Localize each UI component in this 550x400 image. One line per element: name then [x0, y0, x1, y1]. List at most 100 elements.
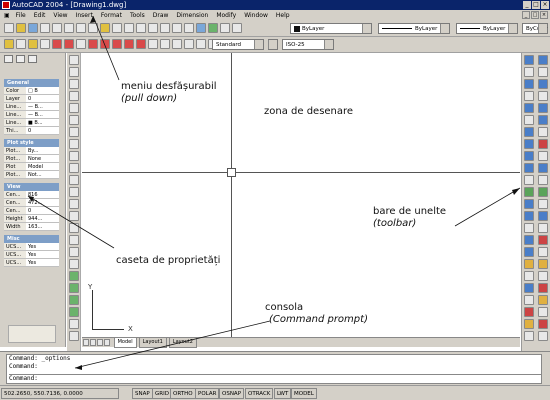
paste-icon[interactable]: [100, 23, 110, 33]
zoom-window-icon[interactable]: [172, 23, 182, 33]
property-row[interactable]: Cen... 816: [4, 191, 59, 199]
revolve-icon[interactable]: [538, 307, 548, 317]
property-row[interactable]: Plot... By...: [4, 147, 59, 155]
slice-icon[interactable]: [538, 319, 548, 329]
otrack-toggle[interactable]: OTRACK: [245, 388, 274, 399]
scene-icon[interactable]: [524, 271, 534, 281]
background-icon[interactable]: [524, 331, 534, 341]
solid-cone-icon[interactable]: [538, 259, 548, 269]
view-right-icon[interactable]: [524, 91, 534, 101]
menu-help[interactable]: Help: [272, 10, 294, 21]
modify-mirror-icon[interactable]: [68, 295, 79, 305]
property-row[interactable]: Line... — B...: [4, 111, 59, 119]
line-icon[interactable]: [68, 55, 79, 65]
view-ne-iso-icon[interactable]: [524, 151, 534, 161]
close-button[interactable]: ×: [541, 1, 549, 9]
menu-draw[interactable]: Draw: [149, 10, 173, 21]
tab-layout2[interactable]: Layout2: [168, 338, 197, 348]
tab-model[interactable]: Model: [113, 338, 137, 348]
modify-move-icon[interactable]: [68, 331, 79, 341]
section-misc[interactable]: Misc: [4, 235, 59, 243]
make-block-icon[interactable]: [68, 199, 79, 209]
lineweight-combo[interactable]: ByLayer: [456, 23, 518, 34]
layer-manager-icon[interactable]: [4, 39, 14, 49]
revision-cloud-icon[interactable]: [68, 139, 79, 149]
ucs-face-icon[interactable]: [538, 91, 548, 101]
open-icon[interactable]: [16, 23, 26, 33]
property-row[interactable]: UCS... Yes: [4, 259, 59, 267]
menu-file[interactable]: File: [12, 10, 30, 21]
tab-first-icon[interactable]: [83, 339, 89, 346]
ellipse-icon[interactable]: [68, 163, 79, 173]
polyline-icon[interactable]: [68, 79, 79, 89]
view-se-iso-icon[interactable]: [524, 139, 534, 149]
circle-icon[interactable]: [68, 127, 79, 137]
osnap-node-icon[interactable]: [172, 39, 182, 49]
model-toggle[interactable]: MODEL: [291, 388, 317, 399]
text-style-combo[interactable]: Standard: [212, 39, 264, 50]
doc-restore-button[interactable]: □: [531, 11, 539, 19]
property-row[interactable]: Layer 0: [4, 95, 59, 103]
extrude-icon[interactable]: [538, 295, 548, 305]
layer-lock-icon[interactable]: [52, 39, 62, 49]
ucs-x-rotate-icon[interactable]: [538, 163, 548, 173]
rectangle-icon[interactable]: [68, 103, 79, 113]
text-style-button[interactable]: [268, 39, 278, 50]
help-icon[interactable]: [232, 23, 242, 33]
coordinate-display[interactable]: 502.2650, 550.7136, 0.0000: [1, 388, 119, 399]
layer-state-icon[interactable]: [16, 39, 26, 49]
property-row[interactable]: Cen... 0: [4, 207, 59, 215]
preview-icon[interactable]: [52, 23, 62, 33]
dim-style-combo[interactable]: ISO-25: [282, 39, 334, 50]
ucs-world-icon[interactable]: [538, 67, 548, 77]
modify-array-icon[interactable]: [68, 319, 79, 329]
fog-icon[interactable]: [524, 319, 534, 329]
property-row[interactable]: Height 944...: [4, 215, 59, 223]
pickadd-icon[interactable]: [28, 55, 37, 63]
menu-view[interactable]: View: [49, 10, 71, 21]
print-icon[interactable]: [40, 23, 50, 33]
pan-icon[interactable]: [148, 23, 158, 33]
cut-icon[interactable]: [76, 23, 86, 33]
property-row[interactable]: Color □ B: [4, 87, 59, 95]
section-icon[interactable]: [538, 331, 548, 341]
hidden-icon[interactable]: [524, 223, 534, 233]
object-selector-icon[interactable]: [4, 55, 13, 63]
osnap-center-icon[interactable]: [124, 39, 134, 49]
property-row[interactable]: UCS... Yes: [4, 251, 59, 259]
undo-icon[interactable]: [124, 23, 134, 33]
gouraud-icon[interactable]: [524, 247, 534, 257]
command-history[interactable]: Command: _options Command: Command:: [6, 354, 542, 384]
table-icon[interactable]: [68, 247, 79, 257]
insert-block-icon[interactable]: [68, 187, 79, 197]
grid-toggle[interactable]: GRID: [152, 388, 172, 399]
maximize-button[interactable]: □: [532, 1, 540, 9]
hatch-icon[interactable]: [68, 223, 79, 233]
ucs-origin-button-icon[interactable]: [538, 127, 548, 137]
view-back-icon[interactable]: [524, 115, 534, 125]
menu-tools[interactable]: Tools: [126, 10, 149, 21]
osnap-quadrant-icon[interactable]: [136, 39, 146, 49]
property-row[interactable]: Thi... 0: [4, 127, 59, 135]
point-icon[interactable]: [68, 211, 79, 221]
polygon-icon[interactable]: [68, 91, 79, 101]
property-row[interactable]: Plot Model: [4, 163, 59, 171]
ucs-apply-icon[interactable]: [538, 199, 548, 209]
match-properties-icon[interactable]: [112, 23, 122, 33]
menu-edit[interactable]: Edit: [30, 10, 50, 21]
osnap-insert-icon[interactable]: [184, 39, 194, 49]
materials-icon[interactable]: [524, 295, 534, 305]
osnap-toggle[interactable]: OSNAP: [219, 388, 245, 399]
modify-offset-icon[interactable]: [68, 307, 79, 317]
named-ucs-icon[interactable]: [538, 211, 548, 221]
tab-layout1[interactable]: Layout1: [138, 338, 167, 348]
layer-on-icon[interactable]: [28, 39, 38, 49]
layer-combo[interactable]: ByLayer: [290, 23, 372, 34]
tool-palettes-icon[interactable]: [220, 23, 230, 33]
view-nw-iso-icon[interactable]: [524, 163, 534, 173]
solid-torus-icon[interactable]: [538, 283, 548, 293]
shade-2d-icon[interactable]: [524, 199, 534, 209]
snap-toggle[interactable]: SNAP: [132, 388, 153, 399]
property-row[interactable]: Line... ■ B...: [4, 119, 59, 127]
ucs-view-icon[interactable]: [538, 115, 548, 125]
